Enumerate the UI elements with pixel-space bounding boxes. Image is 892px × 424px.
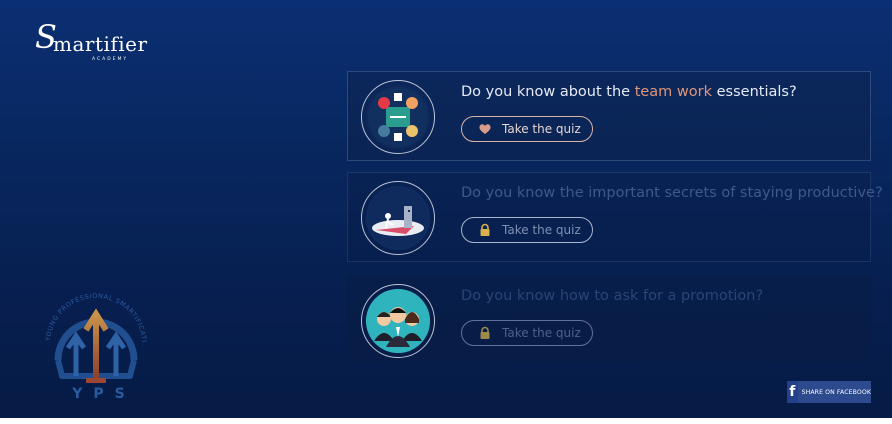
svg-text:YOUNG PROFESSIONAL SMARTIFICAT: YOUNG PROFESSIONAL SMARTIFICATION [36, 276, 148, 343]
lock-icon [480, 223, 490, 236]
yps-emblem-icon: YOUNG PROFESSIONAL SMARTIFICATION [33, 270, 148, 383]
team-work-illustration-icon [366, 85, 430, 149]
facebook-icon: f [787, 381, 798, 403]
app-background: S martifier ACADEMY YOUNG PROFESSIONAL S… [0, 0, 892, 418]
quiz-illustration [361, 80, 435, 154]
badge-letters: YPS [72, 386, 136, 402]
quiz-card-promotion[interactable]: Do you know how to ask for a promotion? … [347, 275, 871, 365]
logo-wordmark: martifier [53, 32, 148, 56]
quiz-card-team-work[interactable]: Do you know about the team work essentia… [347, 71, 871, 161]
logo-subtitle: ACADEMY [92, 57, 129, 62]
take-quiz-label: Take the quiz [502, 326, 581, 340]
quiz-illustration [361, 181, 435, 255]
lock-icon [480, 326, 490, 339]
share-label: SHARE ON FACEBOOK [801, 388, 871, 396]
badge-ring-text: YOUNG PROFESSIONAL SMARTIFICATION [33, 270, 147, 343]
productivity-illustration-icon [366, 186, 430, 250]
take-quiz-label: Take the quiz [502, 122, 581, 136]
take-quiz-button[interactable]: Take the quiz [461, 116, 593, 142]
take-quiz-button[interactable]: Take the quiz [461, 217, 593, 243]
question-highlight: team work [634, 84, 713, 100]
yps-badge: YOUNG PROFESSIONAL SMARTIFICATION YPS [33, 270, 156, 406]
quiz-illustration [361, 284, 435, 358]
bottom-strip [0, 418, 892, 424]
take-quiz-button[interactable]: Take the quiz [461, 320, 593, 346]
promotion-illustration-icon [366, 289, 430, 353]
quiz-question: Do you know the important secrets of sta… [461, 185, 883, 201]
quiz-question: Do you know how to ask for a promotion? [461, 288, 764, 304]
quiz-question: Do you know about the team work essentia… [461, 84, 797, 100]
smartifier-logo[interactable]: S martifier ACADEMY [35, 18, 148, 66]
quiz-card-productivity[interactable]: Do you know the important secrets of sta… [347, 172, 883, 262]
heart-icon [479, 124, 491, 134]
take-quiz-label: Take the quiz [502, 223, 581, 237]
share-facebook-button[interactable]: f SHARE ON FACEBOOK [787, 381, 871, 403]
